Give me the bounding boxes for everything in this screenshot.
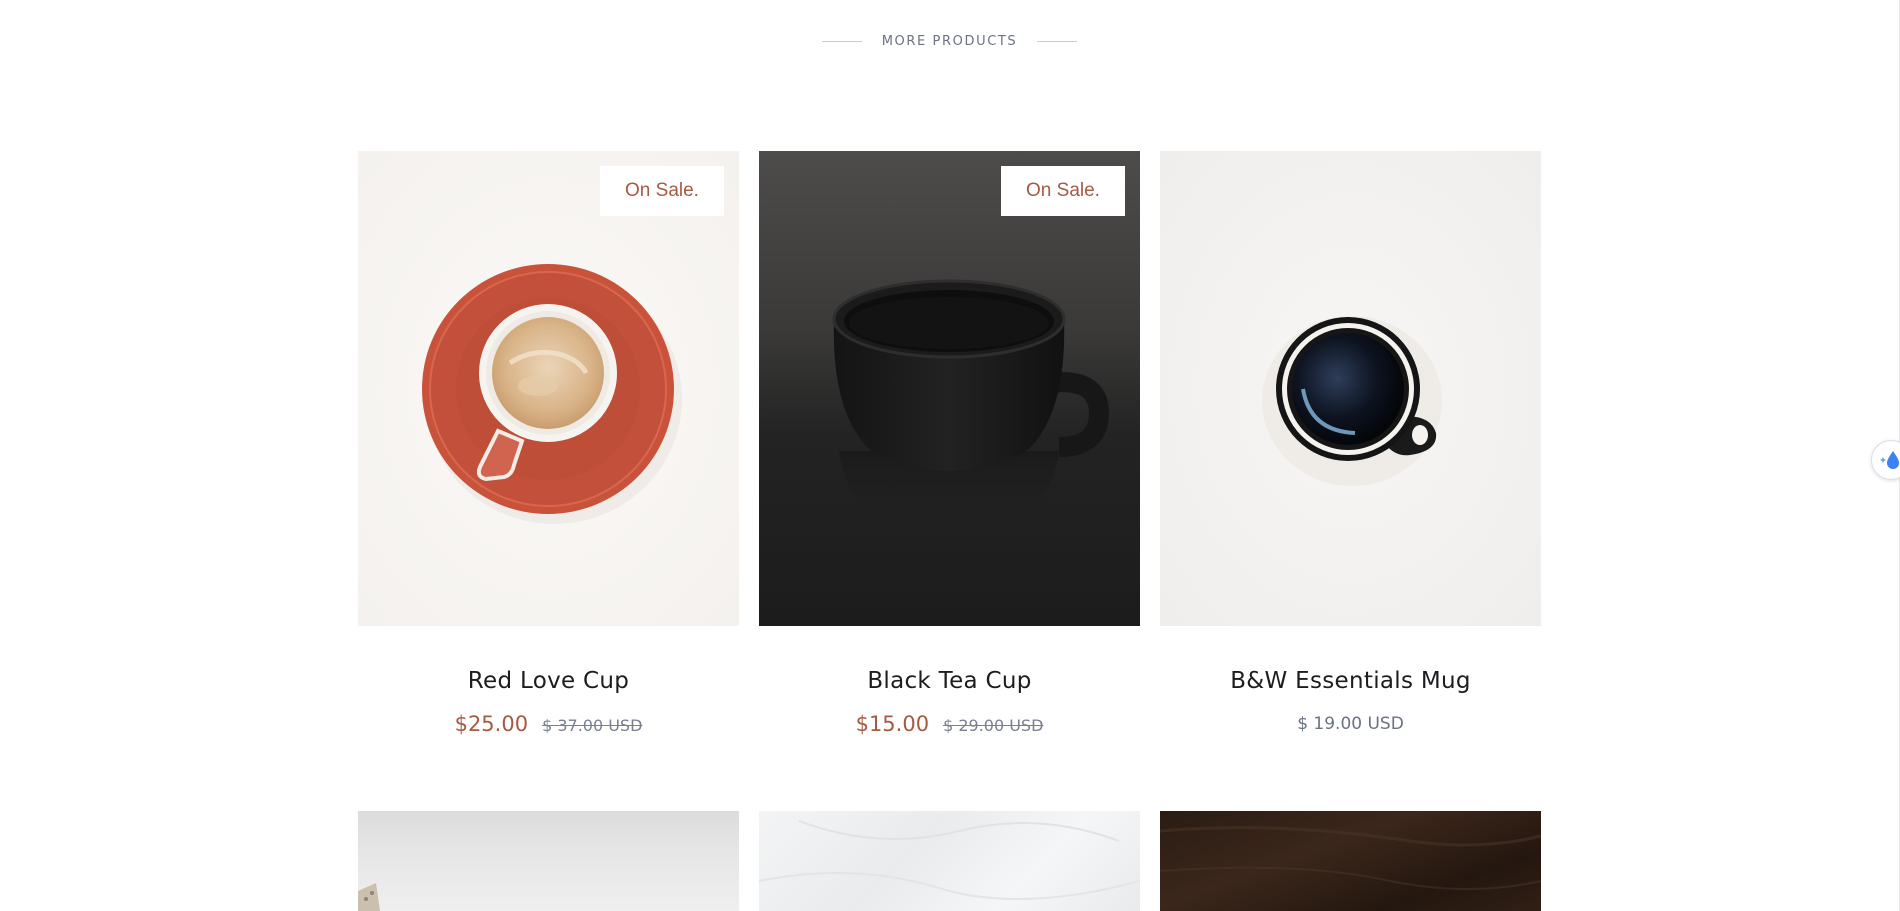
black-cup-image [832, 279, 1110, 543]
sale-badge: On Sale. [600, 166, 724, 216]
bw-mug-image [1262, 316, 1442, 486]
product-image-marble [759, 820, 1140, 900]
section-header: MORE PRODUCTS [820, 28, 1079, 54]
red-cup-image [422, 264, 682, 524]
product-page: MORE PRODUCTS On Sale. Red Love Cup $25.… [0, 0, 1900, 911]
product-image[interactable] [1160, 811, 1541, 911]
droplet-sparkle-icon [1880, 451, 1899, 469]
product-image[interactable] [1160, 151, 1541, 626]
product-image[interactable]: On Sale. [759, 151, 1140, 626]
product-card-black-tea-cup[interactable]: On Sale. Black Tea Cup $15.00 $ 29.00 US… [759, 151, 1140, 736]
compare-price: $ 37.00 USD [542, 716, 643, 735]
sale-price: $25.00 [454, 712, 529, 736]
price-row: $25.00 $ 37.00 USD [455, 712, 643, 736]
price-row: $15.00 $ 29.00 USD [856, 712, 1044, 736]
product-image[interactable]: On Sale. [358, 151, 739, 626]
product-grid-row-2 [358, 811, 1541, 911]
product-name[interactable]: Black Tea Cup [867, 668, 1031, 694]
product-image-grey [358, 883, 380, 911]
header-divider-left [821, 40, 862, 42]
product-name[interactable]: B&W Essentials Mug [1230, 668, 1471, 694]
product-name[interactable]: Red Love Cup [468, 668, 629, 694]
floating-assistant-button[interactable] [1871, 440, 1900, 480]
product-grid: On Sale. Red Love Cup $25.00 $ 37.00 USD [358, 151, 1541, 736]
regular-price: $ 19.00 USD [1297, 714, 1404, 734]
header-divider-right [1037, 40, 1078, 42]
product-card-red-love-cup[interactable]: On Sale. Red Love Cup $25.00 $ 37.00 USD [358, 151, 739, 736]
section-title: MORE PRODUCTS [881, 33, 1018, 49]
sale-price: $15.00 [855, 712, 930, 736]
product-image-wood [1160, 826, 1541, 890]
price-row: $ 19.00 USD [1297, 712, 1404, 734]
compare-price: $ 29.00 USD [943, 716, 1044, 735]
sale-badge: On Sale. [1001, 166, 1125, 216]
product-card-bw-essentials-mug[interactable]: B&W Essentials Mug $ 19.00 USD [1160, 151, 1541, 736]
product-image[interactable] [759, 811, 1140, 911]
product-image[interactable] [358, 811, 739, 911]
